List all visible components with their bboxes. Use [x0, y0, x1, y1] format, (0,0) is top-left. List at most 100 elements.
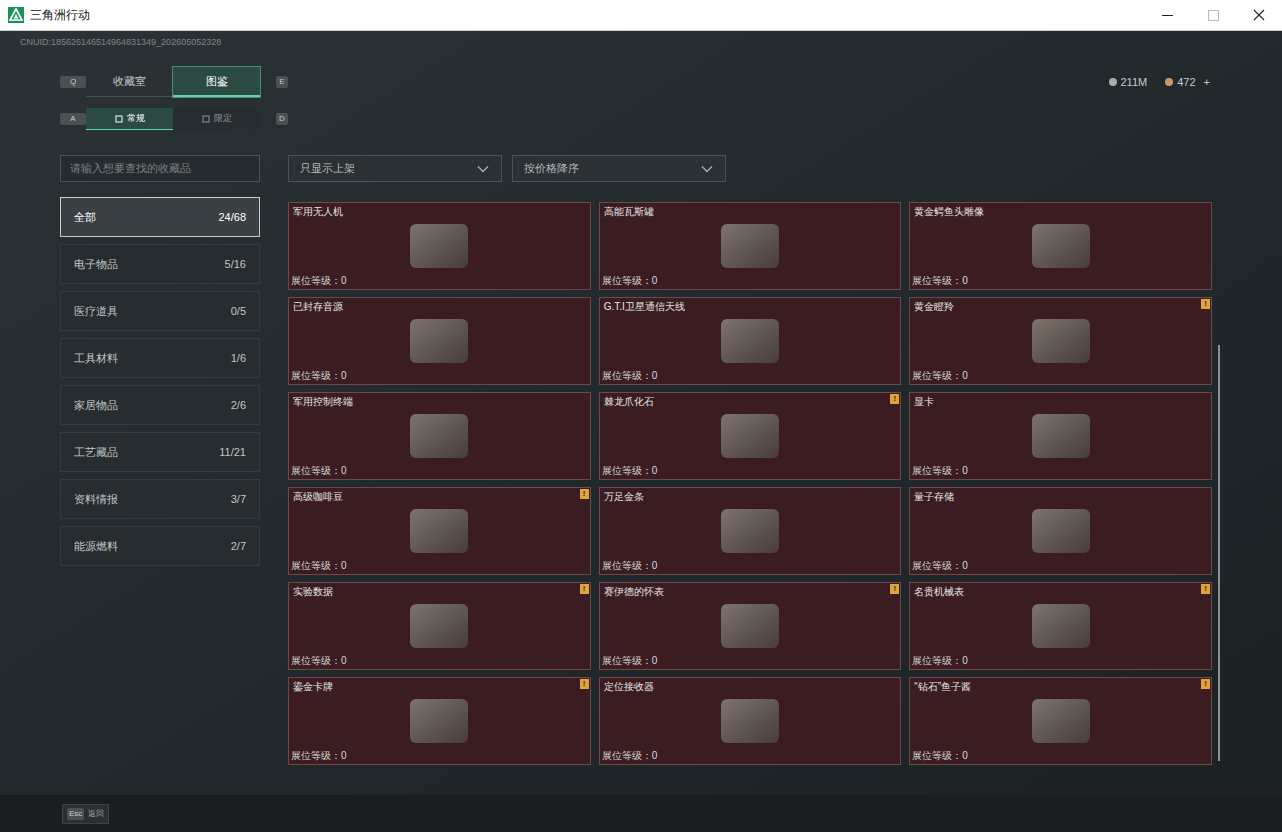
- display-level: 展位等级：0: [289, 559, 590, 574]
- item-image: [410, 699, 468, 743]
- category-item[interactable]: 电子物品5/16: [60, 244, 260, 284]
- category-item[interactable]: 资料情报3/7: [60, 479, 260, 519]
- display-level: 展位等级：0: [600, 464, 901, 479]
- filter-dropdown[interactable]: 按价格降序: [512, 155, 726, 182]
- display-level: 展位等级：0: [600, 369, 901, 384]
- item-card[interactable]: 鎏金卡牌展位等级：0!: [288, 677, 591, 765]
- item-name: 量子存储: [910, 488, 1211, 503]
- item-card[interactable]: 军用控制终端展位等级：0: [288, 392, 591, 480]
- item-card[interactable]: 高能瓦斯罐展位等级：0: [599, 202, 902, 290]
- item-name: 赛伊德的怀表: [600, 583, 901, 598]
- key-hint: A: [60, 113, 86, 125]
- collection-panel: 只显示上架按价格降序军用无人机展位等级：0高能瓦斯罐展位等级：0黄金鳄鱼头雕像展…: [288, 155, 1212, 765]
- category-item[interactable]: 全部24/68: [60, 197, 260, 237]
- item-card[interactable]: 定位接收器展位等级：0: [599, 677, 902, 765]
- item-name: 显卡: [910, 393, 1211, 408]
- close-button[interactable]: [1236, 0, 1282, 30]
- category-item[interactable]: 家居物品2/6: [60, 385, 260, 425]
- item-card[interactable]: 高级咖啡豆展位等级：0!: [288, 487, 591, 575]
- display-level: 展位等级：0: [289, 654, 590, 669]
- filter-dropdown[interactable]: 只显示上架: [288, 155, 502, 182]
- sub-tab[interactable]: 限定: [173, 108, 260, 130]
- item-image: [721, 699, 779, 743]
- alert-badge: !: [890, 584, 899, 594]
- display-level: 展位等级：0: [289, 464, 590, 479]
- item-image: [721, 604, 779, 648]
- scrollbar[interactable]: [1218, 345, 1220, 761]
- window-title: 三角洲行动: [30, 6, 90, 24]
- item-image: [1032, 699, 1090, 743]
- category-list: 全部24/68 电子物品5/16 医疗道具0/5 工具材料1/6 家居物品2/6 工艺藏品…: [60, 197, 260, 566]
- item-image: [1032, 604, 1090, 648]
- display-level: 展位等级：0: [600, 274, 901, 289]
- coin-icon: [1165, 78, 1173, 86]
- item-name: 高级咖啡豆: [289, 488, 590, 503]
- display-level: 展位等级：0: [910, 464, 1211, 479]
- display-level: 展位等级：0: [910, 274, 1211, 289]
- item-image: [721, 224, 779, 268]
- item-card[interactable]: “钻石”鱼子酱展位等级：0!: [909, 677, 1212, 765]
- item-card[interactable]: 量子存储展位等级：0: [909, 487, 1212, 575]
- item-name: 实验数据: [289, 583, 590, 598]
- item-card[interactable]: 已封存音源展位等级：0: [288, 297, 591, 385]
- app-logo-icon: [8, 7, 24, 23]
- minimize-icon: [1162, 10, 1173, 21]
- item-card[interactable]: 万足金条展位等级：0: [599, 487, 902, 575]
- item-image: [410, 319, 468, 363]
- display-level: 展位等级：0: [289, 749, 590, 764]
- key-hint: Esc: [67, 808, 84, 820]
- category-item[interactable]: 医疗道具0/5: [60, 291, 260, 331]
- sub-tabs: 常规限定: [86, 108, 260, 130]
- display-level: 展位等级：0: [289, 274, 590, 289]
- account-id: CNUID:185626146514964831349_202605052328: [0, 31, 1282, 48]
- item-image: [410, 224, 468, 268]
- item-name: 名贵机械表: [910, 583, 1211, 598]
- item-card[interactable]: G.T.I卫星通信天线展位等级：0: [599, 297, 902, 385]
- coin-icon: [1109, 78, 1117, 86]
- back-button[interactable]: Esc返回: [62, 804, 109, 824]
- item-image: [410, 604, 468, 648]
- item-card[interactable]: 黄金瞪羚展位等级：0!: [909, 297, 1212, 385]
- alert-badge: !: [580, 489, 589, 499]
- display-level: 展位等级：0: [600, 559, 901, 574]
- main-tab[interactable]: 收藏室: [86, 67, 173, 97]
- category-item[interactable]: 工艺藏品11/21: [60, 432, 260, 472]
- category-item[interactable]: 工具材料1/6: [60, 338, 260, 378]
- app-window: 三角洲行动 CNUID:185626146514964831349_2026050…: [0, 0, 1282, 832]
- title-bar: 三角洲行动: [0, 0, 1282, 31]
- main-tab[interactable]: 图鉴: [173, 67, 260, 97]
- alert-badge: !: [580, 584, 589, 594]
- display-level: 展位等级：0: [910, 369, 1211, 384]
- key-hint: D: [276, 113, 288, 125]
- category-item[interactable]: 能源燃料2/7: [60, 526, 260, 566]
- display-level: 展位等级：0: [910, 749, 1211, 764]
- item-name: 黄金鳄鱼头雕像: [910, 203, 1211, 218]
- maximize-button[interactable]: [1190, 0, 1236, 30]
- sub-tab[interactable]: 常规: [86, 108, 173, 130]
- sidebar: 请输入想要查找的收藏品全部24/68 电子物品5/16 医疗道具0/5 工具材料1/6…: [60, 155, 260, 765]
- search-field[interactable]: 请输入想要查找的收藏品: [60, 155, 260, 182]
- item-name: 军用无人机: [289, 203, 590, 218]
- key-hint: Q: [60, 76, 86, 88]
- alert-badge: !: [1201, 679, 1210, 689]
- display-level: 展位等级：0: [289, 369, 590, 384]
- add-button[interactable]: +: [1204, 74, 1210, 91]
- item-card[interactable]: 显卡展位等级：0: [909, 392, 1212, 480]
- currency-bar: 211M472+: [1109, 74, 1211, 91]
- item-card[interactable]: 实验数据展位等级：0!: [288, 582, 591, 670]
- item-card[interactable]: 黄金鳄鱼头雕像展位等级：0: [909, 202, 1212, 290]
- item-name: 军用控制终端: [289, 393, 590, 408]
- tab-icon: [202, 115, 210, 123]
- close-icon: [1253, 9, 1265, 21]
- item-name: 黄金瞪羚: [910, 298, 1211, 313]
- item-image: [1032, 319, 1090, 363]
- currency: 211M: [1109, 74, 1148, 91]
- item-name: 高能瓦斯罐: [600, 203, 901, 218]
- item-card[interactable]: 名贵机械表展位等级：0!: [909, 582, 1212, 670]
- main-area: CNUID:185626146514964831349_202605052328…: [0, 31, 1282, 832]
- minimize-button[interactable]: [1144, 0, 1190, 30]
- item-card[interactable]: 棘龙爪化石展位等级：0!: [599, 392, 902, 480]
- item-card[interactable]: 赛伊德的怀表展位等级：0!: [599, 582, 902, 670]
- chevron-down-icon: [700, 162, 714, 176]
- item-card[interactable]: 军用无人机展位等级：0: [288, 202, 591, 290]
